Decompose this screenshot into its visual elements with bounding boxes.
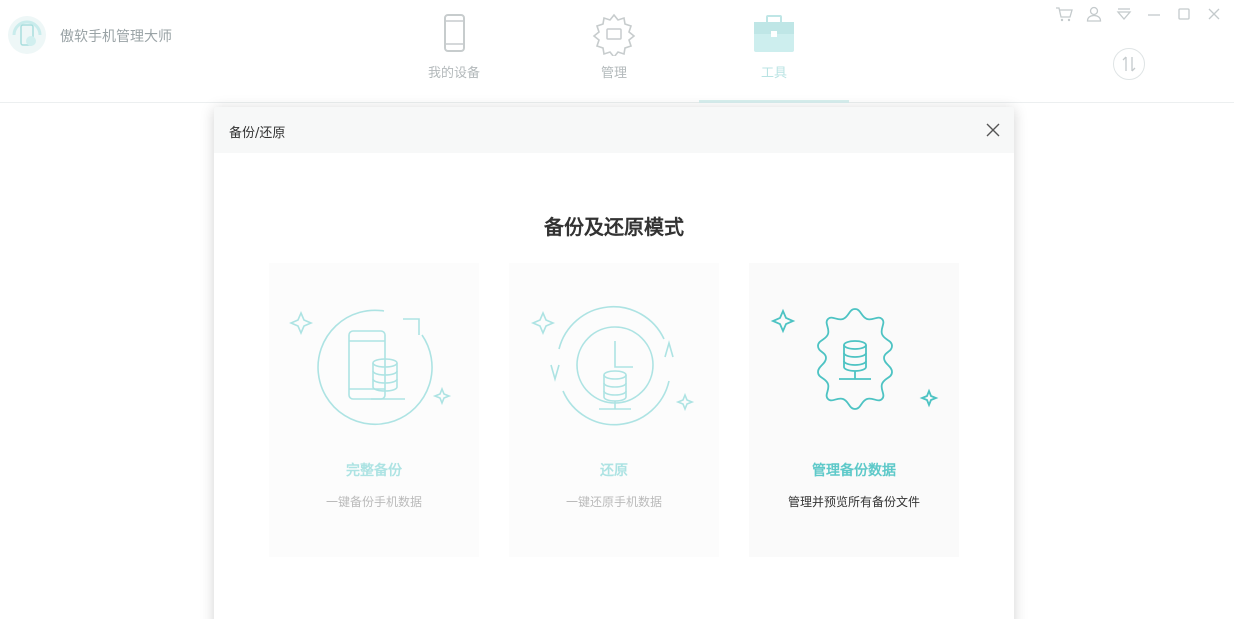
backup-restore-dialog: 备份/还原 备份及还原模式 完整备份 一键备份手机数据 还原 一键还原手机数据 … — [214, 107, 1014, 619]
card-manage-backup[interactable]: 管理备份数据 管理并预览所有备份文件 — [749, 263, 959, 557]
nav-my-device[interactable]: 我的设备 — [379, 12, 529, 103]
dialog-header: 备份/还原 — [214, 107, 1014, 153]
minimize-icon[interactable] — [1142, 4, 1166, 24]
card-restore[interactable]: 还原 一键还原手机数据 — [509, 263, 719, 557]
gear-database-icon — [770, 308, 939, 410]
cart-icon[interactable] — [1052, 4, 1076, 24]
window-controls — [1052, 4, 1226, 24]
card-title: 管理备份数据 — [812, 463, 896, 479]
user-icon[interactable] — [1082, 4, 1106, 24]
card-title: 完整备份 — [346, 463, 402, 479]
restore-clock-icon — [530, 305, 695, 426]
card-title: 还原 — [600, 463, 628, 479]
transfer-button[interactable] — [1113, 48, 1145, 80]
app-logo-icon — [6, 14, 48, 56]
dialog-title: 备份/还原 — [229, 126, 286, 141]
dialog-close-button[interactable] — [984, 121, 1002, 139]
app-title: 傲软手机管理大师 — [60, 29, 172, 45]
nav-manage[interactable]: 管理 — [539, 12, 689, 103]
close-icon[interactable] — [1202, 4, 1226, 24]
toolbox-icon — [754, 15, 794, 52]
close-icon — [986, 123, 1000, 137]
nav-tools[interactable]: 工具 — [699, 12, 849, 103]
card-full-backup[interactable]: 完整备份 一键备份手机数据 — [269, 263, 479, 557]
transfer-arrows-icon — [1122, 56, 1136, 72]
phone-backup-icon — [289, 309, 452, 426]
top-bar: 傲软手机管理大师 我的设备 管理 工具 — [0, 0, 1234, 103]
card-description: 管理并预览所有备份文件 — [787, 495, 920, 509]
nav-label: 工具 — [760, 66, 787, 81]
phone-icon — [444, 14, 465, 52]
dialog-heading: 备份及还原模式 — [544, 215, 684, 239]
maximize-icon[interactable] — [1172, 4, 1196, 24]
card-description: 一键还原手机数据 — [565, 495, 662, 509]
dropdown-icon[interactable] — [1112, 4, 1136, 24]
nav-label: 我的设备 — [427, 66, 480, 81]
card-description: 一键备份手机数据 — [325, 495, 422, 509]
gear-folder-icon — [592, 13, 636, 56]
nav-label: 管理 — [600, 66, 627, 81]
